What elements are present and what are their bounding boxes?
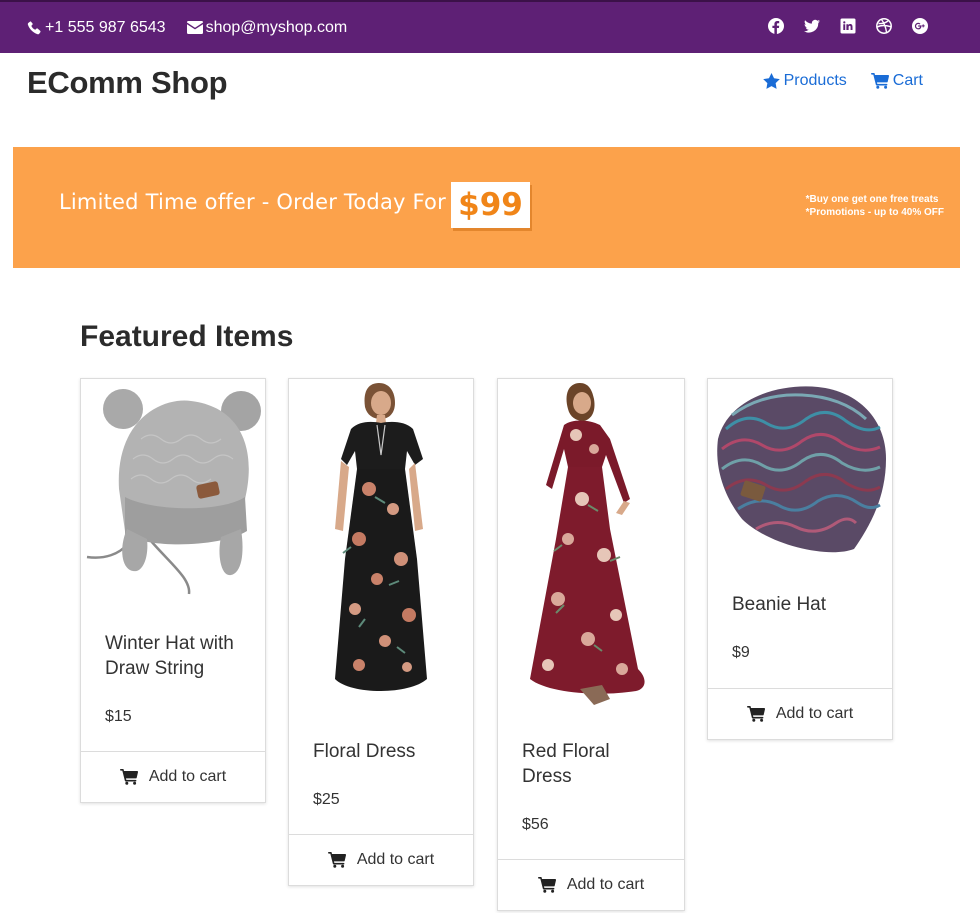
- nav-cart-label: Cart: [892, 72, 923, 89]
- product-image[interactable]: [708, 379, 892, 564]
- add-to-cart-label: Add to cart: [148, 768, 227, 785]
- contact-info: +1 555 987 6543 shop@myshop.com: [27, 19, 368, 37]
- product-name[interactable]: Winter Hat with Draw String: [105, 631, 255, 681]
- banner-text: Limited Time offer - Order Today For: [59, 190, 446, 214]
- google-plus-icon[interactable]: [912, 18, 928, 34]
- site-header: EComm Shop Products Cart: [0, 53, 980, 123]
- banner-note: *Buy one get one free treats: [805, 194, 939, 205]
- phone-icon: [27, 20, 41, 35]
- product-card: Winter Hat with Draw String $15 Add to c…: [80, 378, 266, 803]
- add-to-cart-label: Add to cart: [356, 851, 435, 868]
- social-links: [748, 18, 928, 34]
- cart-icon: [870, 73, 889, 89]
- banner-price: $99: [451, 182, 530, 228]
- add-to-cart-button[interactable]: Add to cart: [498, 859, 684, 910]
- facebook-icon[interactable]: [768, 18, 784, 34]
- banner-notes: *Buy one get one free treats *Promotions…: [806, 193, 944, 219]
- product-name[interactable]: Red Floral Dress: [522, 739, 632, 789]
- twitter-icon[interactable]: [804, 18, 820, 34]
- email-address: shop@myshop.com: [205, 18, 348, 36]
- cart-icon: [537, 877, 556, 893]
- add-to-cart-button[interactable]: Add to cart: [289, 834, 473, 885]
- product-price: $15: [105, 708, 132, 725]
- dribbble-icon[interactable]: [876, 18, 892, 34]
- nav-cart[interactable]: Cart: [870, 72, 923, 90]
- add-to-cart-label: Add to cart: [566, 876, 645, 893]
- phone-contact[interactable]: +1 555 987 6543: [27, 19, 166, 37]
- section-title: Featured Items: [80, 320, 294, 353]
- add-to-cart-button[interactable]: Add to cart: [81, 751, 265, 802]
- brand-logo[interactable]: EComm Shop: [27, 65, 228, 101]
- product-image[interactable]: [81, 379, 265, 609]
- product-price: $56: [522, 816, 549, 833]
- cart-icon: [119, 769, 138, 785]
- product-price: $25: [313, 791, 340, 808]
- product-image[interactable]: [289, 379, 473, 709]
- cart-icon: [746, 706, 765, 722]
- star-icon: [762, 73, 780, 89]
- main-nav: Products Cart: [739, 72, 923, 90]
- banner-note: *Promotions - up to 40% OFF: [805, 207, 944, 218]
- promo-banner[interactable]: Limited Time offer - Order Today For $99…: [13, 147, 960, 268]
- phone-number: +1 555 987 6543: [45, 18, 166, 36]
- nav-products[interactable]: Products: [762, 72, 847, 90]
- email-contact[interactable]: shop@myshop.com: [186, 18, 348, 37]
- linkedin-icon[interactable]: [840, 18, 856, 34]
- product-card: Red Floral Dress $56 Add to cart: [497, 378, 685, 911]
- product-name[interactable]: Beanie Hat: [732, 592, 882, 617]
- product-name[interactable]: Floral Dress: [313, 739, 463, 764]
- top-bar: +1 555 987 6543 shop@myshop.com: [0, 0, 980, 53]
- product-card: Floral Dress $25 Add to cart: [288, 378, 474, 886]
- cart-icon: [327, 852, 346, 868]
- envelope-icon: [186, 21, 203, 34]
- add-to-cart-label: Add to cart: [775, 705, 854, 722]
- add-to-cart-button[interactable]: Add to cart: [708, 688, 892, 739]
- product-card: Beanie Hat $9 Add to cart: [707, 378, 893, 740]
- product-image[interactable]: [498, 379, 684, 709]
- product-price: $9: [732, 644, 750, 661]
- nav-products-label: Products: [783, 72, 847, 89]
